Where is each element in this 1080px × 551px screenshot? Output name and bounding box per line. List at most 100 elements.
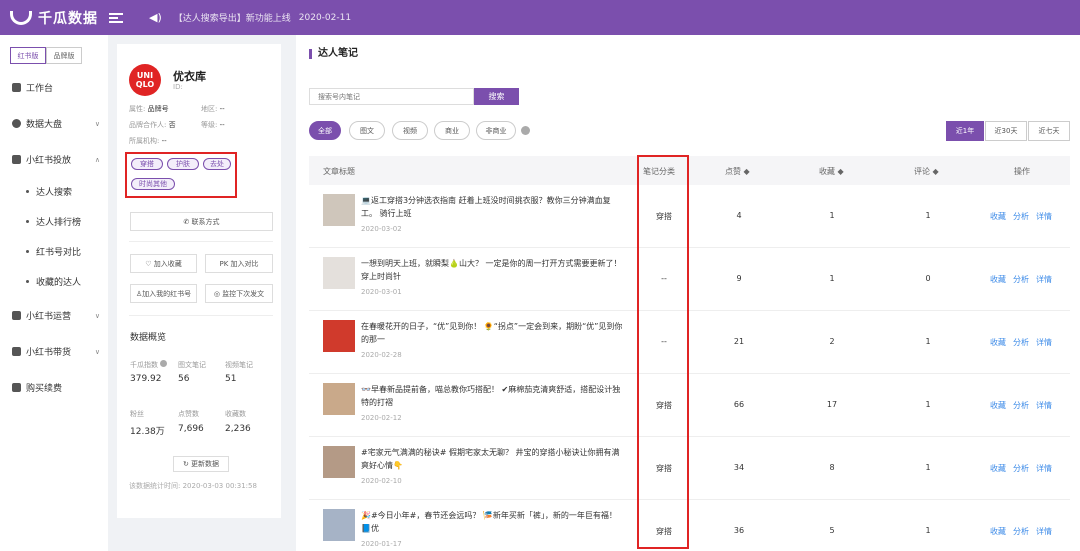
chevron-down-icon: ∨ [94, 119, 100, 128]
filter-video[interactable]: 视频 [392, 121, 428, 140]
logo[interactable]: 千瓜数据 [10, 8, 105, 28]
col-likes[interactable]: 点赞 ◆ [725, 166, 750, 177]
note-thumbnail[interactable] [323, 446, 355, 478]
search-button[interactable]: 搜索 [474, 88, 519, 105]
refresh-button[interactable]: ↻ 更新数据 [173, 456, 229, 472]
note-title[interactable]: 💻返工穿搭3分钟选衣指南 赶着上班没时间挑衣服？教你三分钟满血复工。 骑行上班 [361, 194, 626, 220]
note-thumbnail[interactable] [323, 194, 355, 226]
note-comments: 1 [925, 337, 931, 346]
category-highlight-box [637, 155, 689, 549]
detail-link[interactable]: 详情 [1036, 400, 1052, 411]
sidebar-item-purchase[interactable]: 购买续费 [12, 381, 100, 394]
note-thumbnail[interactable] [323, 257, 355, 289]
tag-skincare[interactable]: 护肤 [167, 158, 199, 170]
sidebar-item-operations[interactable]: 小红书运营 ∨ [12, 309, 100, 322]
range-1-year[interactable]: 近1年 [946, 121, 984, 141]
note-date: 2020-03-02 [361, 225, 402, 233]
search-input[interactable] [309, 88, 474, 105]
detail-link[interactable]: 详情 [1036, 526, 1052, 537]
analyze-link[interactable]: 分析 [1013, 337, 1029, 348]
collect-link[interactable]: 收藏 [990, 463, 1006, 474]
sidebar-sub-compare[interactable]: 红书号对比 [26, 245, 81, 258]
coop-row: 品牌合作人: 否 [129, 120, 176, 130]
detail-link[interactable]: 详情 [1036, 211, 1052, 222]
col-collects[interactable]: 收藏 ◆ [819, 166, 844, 177]
stat-label: 点赞数 [178, 410, 199, 418]
table-row[interactable]: 在春暖花开的日子，“优”见到你！ 🌻“拐点”一定会到来，期盼“优”见到你的那一 2… [309, 311, 1070, 374]
filter-image-text[interactable]: 图文 [349, 121, 385, 140]
analyze-link[interactable]: 分析 [1013, 526, 1029, 537]
shopping-bag-icon [12, 347, 21, 356]
phone-icon: ✆ [183, 217, 192, 226]
cart-icon [12, 383, 21, 392]
menu-toggle-icon[interactable] [109, 12, 123, 23]
table-row[interactable]: 🎉#今日小年#，春节还会远吗？ 🎏新年买新「裤」，新的一年巨有福！ 📘优 2020… [309, 500, 1070, 551]
add-account-button[interactable]: ♙ 加入我的红书号 [130, 284, 197, 303]
monitor-button[interactable]: ◎ 监控下次发文 [205, 284, 273, 303]
sidebar-item-sales[interactable]: 小红书带货 ∨ [12, 345, 100, 358]
note-likes: 9 [736, 274, 742, 283]
tag-outfit[interactable]: 穿搭 [131, 158, 163, 170]
table-row[interactable]: 一想到明天上班，就瞬梨🍐山大？ 一定是你的周一打开方式需要更新了！穿上时尚针 20… [309, 248, 1070, 311]
sidebar-item-placement[interactable]: 小红书投放 ∧ [12, 153, 100, 166]
favorite-button[interactable]: ♡ 加入收藏 [130, 254, 197, 273]
help-icon[interactable] [160, 360, 168, 367]
chevron-up-icon: ∧ [94, 155, 100, 164]
filter-commercial[interactable]: 商业 [434, 121, 470, 140]
analyze-link[interactable]: 分析 [1013, 274, 1029, 285]
detail-link[interactable]: 详情 [1036, 463, 1052, 474]
note-title[interactable]: 🎉#今日小年#，春节还会远吗？ 🎏新年买新「裤」，新的一年巨有福！ 📘优 [361, 509, 626, 535]
notice-date: 2020-02-11 [298, 12, 352, 23]
detail-link[interactable]: 详情 [1036, 274, 1052, 285]
collect-link[interactable]: 收藏 [990, 211, 1006, 222]
note-thumbnail[interactable] [323, 509, 355, 541]
note-title[interactable]: #宅家元气满满的秘诀# 假期宅家太无聊？ 井宝的穿搭小秘诀让你拥有满爽好心情👇 [361, 446, 626, 472]
tag-places[interactable]: 去处 [203, 158, 231, 170]
compare-button[interactable]: PK 加入对比 [205, 254, 273, 273]
help-icon[interactable] [521, 126, 530, 135]
meta-value: -- [219, 105, 225, 113]
note-title[interactable]: 一想到明天上班，就瞬梨🍐山大？ 一定是你的周一打开方式需要更新了！穿上时尚针 [361, 257, 626, 283]
range-30-days[interactable]: 近30天 [985, 121, 1027, 141]
collect-link[interactable]: 收藏 [990, 337, 1006, 348]
analyze-link[interactable]: 分析 [1013, 400, 1029, 411]
meta-value: -- [219, 121, 225, 129]
updated-time: 该数据统计时间: 2020-03-03 00:31:58 [129, 482, 257, 490]
version-red-book-button[interactable]: 红书版 [10, 47, 46, 64]
note-comments: 1 [925, 463, 931, 472]
filter-non-commercial[interactable]: 非商业 [476, 121, 516, 140]
sidebar-item-workbench[interactable]: 工作台 [12, 81, 100, 94]
collect-link[interactable]: 收藏 [990, 274, 1006, 285]
analyze-link[interactable]: 分析 [1013, 211, 1029, 222]
note-comments: 1 [925, 400, 931, 409]
refresh-icon: ↻ [182, 460, 192, 468]
note-title[interactable]: 在春暖花开的日子，“优”见到你！ 🌻“拐点”一定会到来，期盼“优”见到你的那一 [361, 320, 626, 346]
sidebar-sub-label: 达人排行榜 [36, 218, 82, 228]
range-7-days[interactable]: 近七天 [1028, 121, 1070, 141]
col-title: 文章标题 [323, 167, 355, 176]
version-brand-button[interactable]: 品牌版 [46, 47, 82, 64]
note-title[interactable]: 👓早春新品提前备，喵总教你巧搭配！ ✔麻棉茄克清爽舒适，搭配设计独特的打褶 [361, 383, 626, 409]
collect-link[interactable]: 收藏 [990, 526, 1006, 537]
col-comments[interactable]: 评论 ◆ [914, 166, 939, 177]
contact-button[interactable]: ✆ 联系方式 [130, 212, 273, 231]
contact-label: 联系方式 [191, 217, 220, 226]
overview-title: 数据概览 [130, 333, 167, 343]
table-row[interactable]: #宅家元气满满的秘诀# 假期宅家太无聊？ 井宝的穿搭小秘诀让你拥有满爽好心情👇 2… [309, 437, 1070, 500]
table-row[interactable]: 👓早春新品提前备，喵总教你巧搭配！ ✔麻棉茄克清爽舒适，搭配设计独特的打褶 202… [309, 374, 1070, 437]
sidebar-sub-influencer-search[interactable]: 达人搜索 [26, 185, 72, 198]
note-thumbnail[interactable] [323, 320, 355, 352]
detail-link[interactable]: 详情 [1036, 337, 1052, 348]
analyze-link[interactable]: 分析 [1013, 463, 1029, 474]
tag-fashion-other[interactable]: 时尚其他 [131, 178, 175, 190]
note-thumbnail[interactable] [323, 383, 355, 415]
bullet-icon [26, 190, 29, 193]
pie-chart-icon [12, 119, 21, 128]
sidebar-item-data-overview[interactable]: 数据大盘 ∨ [12, 117, 100, 130]
collect-link[interactable]: 收藏 [990, 400, 1006, 411]
sidebar-sub-favorites[interactable]: 收藏的达人 [26, 275, 81, 288]
sidebar-sub-ranking[interactable]: 达人排行榜 [26, 215, 81, 228]
filter-all[interactable]: 全部 [309, 121, 341, 140]
table-row[interactable]: 💻返工穿搭3分钟选衣指南 赶着上班没时间挑衣服？教你三分钟满血复工。 骑行上班 2… [309, 185, 1070, 248]
notice-text[interactable]: 【达人搜索导出】新功能上线 [174, 11, 291, 24]
